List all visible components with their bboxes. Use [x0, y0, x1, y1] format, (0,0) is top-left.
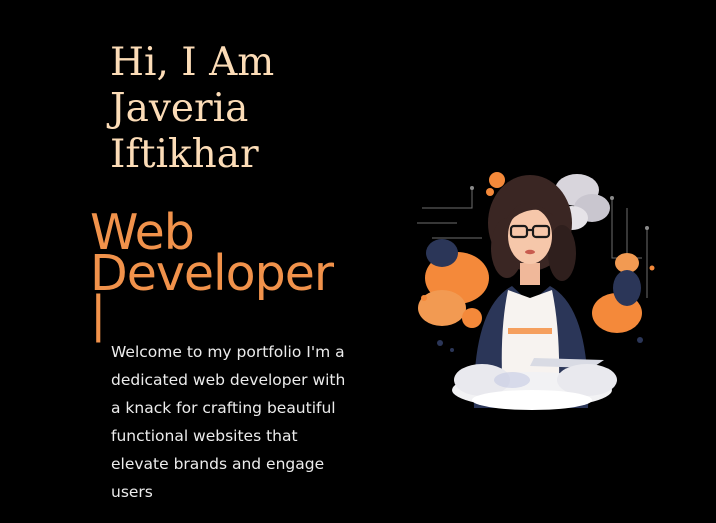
intro-paragraph: Welcome to my portfolio I'm a dedicated …	[111, 343, 346, 501]
typing-role-text: Web Developer |	[90, 208, 410, 339]
role-line: Developer |	[90, 245, 410, 339]
role-line-text: Developer	[90, 245, 334, 302]
greeting-line: Hi, I Am	[110, 40, 275, 85]
greeting-line: Iftikhar	[110, 132, 259, 177]
developer-illustration-icon	[417, 172, 655, 410]
greeting-line: Javeria	[110, 86, 249, 131]
hero-greeting: Hi, I Am Javeria Iftikhar	[110, 40, 370, 178]
